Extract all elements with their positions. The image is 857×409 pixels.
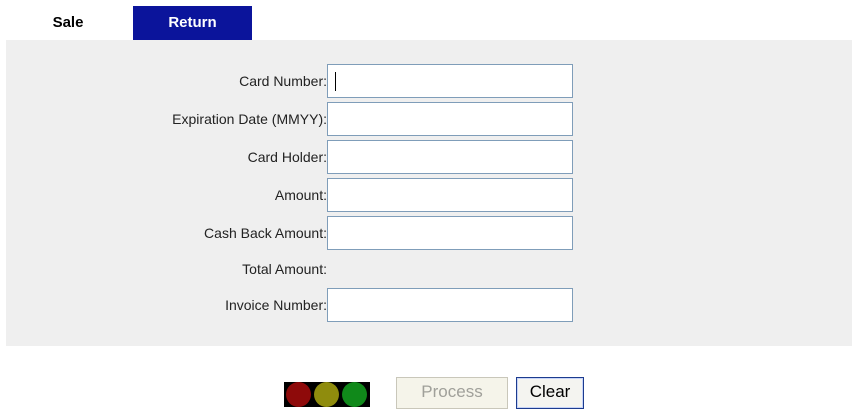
amount-input[interactable]: [327, 178, 573, 212]
tab-return[interactable]: Return: [133, 6, 252, 40]
process-button[interactable]: Process: [396, 377, 508, 409]
cash-back-label: Cash Back Amount:: [204, 225, 327, 241]
total-amount-row: Total Amount:: [6, 252, 852, 286]
tab-sale[interactable]: Sale: [6, 6, 130, 40]
card-number-label: Card Number:: [239, 73, 327, 89]
card-holder-label: Card Holder:: [247, 149, 327, 165]
red-light-icon: [286, 382, 311, 407]
total-amount-label: Total Amount:: [242, 261, 327, 277]
expiration-row: Expiration Date (MMYY):: [6, 102, 852, 136]
yellow-light-icon: [314, 382, 339, 407]
card-number-input[interactable]: [327, 64, 573, 98]
status-lights: [284, 382, 370, 407]
invoice-row: Invoice Number:: [6, 288, 852, 322]
green-light-icon: [342, 382, 367, 407]
text-cursor: [335, 72, 336, 91]
invoice-label: Invoice Number:: [225, 297, 327, 313]
card-holder-row: Card Holder:: [6, 140, 852, 174]
invoice-input[interactable]: [327, 288, 573, 322]
tab-bar: Sale Return: [0, 0, 857, 40]
cash-back-row: Cash Back Amount:: [6, 216, 852, 250]
payment-form-panel: Card Number: Expiration Date (MMYY): Car…: [6, 40, 852, 346]
card-number-row: Card Number:: [6, 64, 852, 98]
card-holder-input[interactable]: [327, 140, 573, 174]
expiration-input[interactable]: [327, 102, 573, 136]
amount-label: Amount:: [274, 187, 327, 203]
cash-back-input[interactable]: [327, 216, 573, 250]
amount-row: Amount:: [6, 178, 852, 212]
payment-page: Sale Return Card Number: Expiration Date…: [0, 0, 857, 409]
clear-button[interactable]: Clear: [516, 377, 584, 409]
expiration-label: Expiration Date (MMYY):: [172, 111, 327, 127]
